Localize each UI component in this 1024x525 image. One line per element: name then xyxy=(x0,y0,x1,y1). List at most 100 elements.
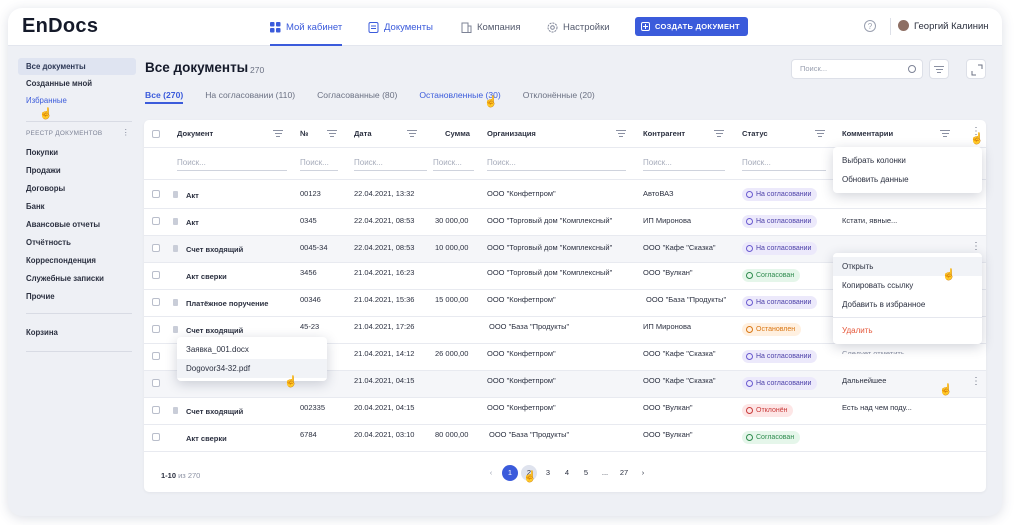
tab-all[interactable]: Все (270) xyxy=(145,90,184,104)
tab-rejected[interactable]: Отклонённые (20) xyxy=(523,90,595,104)
row-checkbox[interactable] xyxy=(152,433,160,441)
filter-input-sum[interactable]: Поиск... xyxy=(433,158,474,171)
cell-document[interactable]: Счет входящий xyxy=(186,407,243,416)
table-row[interactable]: Счет входящий 002335 20.04.2021, 04:15 О… xyxy=(144,398,986,425)
nav-company[interactable]: Компания xyxy=(461,8,520,46)
filter-input-document[interactable]: Поиск... xyxy=(177,158,287,171)
cell-document[interactable]: Акт xyxy=(186,191,199,200)
next-page-button[interactable]: › xyxy=(635,465,651,481)
row-kebab-icon[interactable]: ⋮ xyxy=(971,377,981,387)
page-button[interactable]: 5 xyxy=(578,465,594,481)
nav-my-cabinet[interactable]: Мой кабинет xyxy=(270,8,343,46)
file-icon[interactable] xyxy=(173,218,178,225)
table-row[interactable]: Акт сверки 6784 20.04.2021, 03:10 80 000… xyxy=(144,425,986,452)
filter-input-date[interactable]: Поиск... xyxy=(354,158,427,171)
cell-document[interactable]: Акт сверки xyxy=(186,434,227,443)
row-checkbox[interactable] xyxy=(152,379,160,387)
filter-icon[interactable] xyxy=(327,130,337,138)
page-button[interactable]: 4 xyxy=(559,465,575,481)
status-label: На согласовании xyxy=(756,353,812,360)
sidebar-item-correspondence[interactable]: Корреспонденция xyxy=(18,251,136,269)
filter-icon[interactable] xyxy=(616,130,626,138)
sidebar-item-bank[interactable]: Банк xyxy=(18,197,136,215)
sidebar-item-all-documents[interactable]: Все документы xyxy=(18,58,136,75)
sidebar-item-trash[interactable]: Корзина xyxy=(18,324,136,341)
row-kebab-icon[interactable]: ⋮ xyxy=(971,242,981,252)
filter-input-number[interactable]: Поиск... xyxy=(300,158,338,171)
row-checkbox[interactable] xyxy=(152,217,160,225)
select-all-checkbox[interactable] xyxy=(152,130,160,138)
sidebar-item-advance-reports[interactable]: Авансовые отчеты xyxy=(18,215,136,233)
nav-settings[interactable]: Настройки xyxy=(547,8,610,46)
column-header-comments[interactable]: Комментарии xyxy=(842,120,893,147)
filter-input-contractor[interactable]: Поиск... xyxy=(643,158,725,171)
prev-page-button[interactable]: ‹ xyxy=(483,465,499,481)
file-icon[interactable] xyxy=(173,299,178,306)
attachment-item[interactable]: Dogovor34-32.pdf xyxy=(177,359,327,378)
row-checkbox[interactable] xyxy=(152,190,160,198)
file-icon[interactable] xyxy=(173,407,178,414)
cell-contractor: ООО "Вулкан" xyxy=(643,430,693,439)
sidebar-item-sales[interactable]: Продажи xyxy=(18,161,136,179)
cell-document[interactable]: Акт xyxy=(186,218,199,227)
row-checkbox[interactable] xyxy=(152,406,160,414)
cell-document[interactable]: Счет входящий xyxy=(186,245,243,254)
create-document-button[interactable]: СОЗДАТЬ ДОКУМЕНТ xyxy=(635,17,748,36)
app-window: EnDocs Мой кабинет Документы Компания На… xyxy=(8,8,1002,516)
user-name[interactable]: Георгий Калинин xyxy=(914,21,989,32)
cell-document[interactable]: Акт сверки xyxy=(186,272,227,281)
file-icon[interactable] xyxy=(173,191,178,198)
sidebar-item-favorites[interactable]: Избранные xyxy=(18,92,136,109)
filter-icon[interactable] xyxy=(815,130,825,138)
filter-button[interactable] xyxy=(929,59,949,79)
menu-item-copy-link[interactable]: Копировать ссылку xyxy=(833,276,982,295)
filter-icon[interactable] xyxy=(273,130,283,138)
sidebar-item-purchases[interactable]: Покупки xyxy=(18,143,136,161)
sidebar-item-other[interactable]: Прочие xyxy=(18,287,136,305)
row-checkbox[interactable] xyxy=(152,298,160,306)
kebab-icon[interactable]: ⋮ xyxy=(122,129,130,137)
menu-item-delete[interactable]: Удалить xyxy=(833,321,982,340)
filter-icon[interactable] xyxy=(940,130,950,138)
attachment-item[interactable]: Заявка_001.docx xyxy=(177,340,327,359)
row-checkbox[interactable] xyxy=(152,271,160,279)
row-checkbox[interactable] xyxy=(152,325,160,333)
page-button[interactable]: 27 xyxy=(616,465,632,481)
sidebar-item-memos[interactable]: Служебные записки xyxy=(18,269,136,287)
filter-icon[interactable] xyxy=(714,130,724,138)
cell-document[interactable]: Платёжное поручение xyxy=(186,299,268,308)
expand-button[interactable] xyxy=(966,59,986,79)
filter-input-status[interactable]: Поиск... xyxy=(742,158,826,171)
column-header-sum[interactable]: Сумма xyxy=(445,120,470,147)
page-button[interactable]: 3 xyxy=(540,465,556,481)
column-header-number[interactable]: № xyxy=(300,120,308,147)
menu-item-open[interactable]: Открыть xyxy=(833,257,982,276)
cell-document[interactable]: Счет входящий xyxy=(186,326,243,335)
menu-item-select-columns[interactable]: Выбрать колонки xyxy=(833,151,982,170)
sidebar-item-reporting[interactable]: Отчётность xyxy=(18,233,136,251)
avatar[interactable] xyxy=(898,20,909,31)
tab-on-approval[interactable]: На согласовании (110) xyxy=(205,90,295,104)
nav-documents[interactable]: Документы xyxy=(368,8,433,46)
row-checkbox[interactable] xyxy=(152,352,160,360)
sidebar-item-created-by-me[interactable]: Созданные мной xyxy=(18,75,136,92)
column-header-contractor[interactable]: Контрагент xyxy=(643,120,685,147)
tab-approved[interactable]: Согласованные (80) xyxy=(317,90,397,104)
help-icon[interactable]: ? xyxy=(864,20,876,32)
file-icon[interactable] xyxy=(173,245,178,252)
search-input[interactable]: Поиск... xyxy=(791,59,923,79)
file-icon[interactable] xyxy=(173,326,178,333)
filter-input-organization[interactable]: Поиск... xyxy=(487,158,626,171)
row-checkbox[interactable] xyxy=(152,244,160,252)
page-button[interactable]: 1 xyxy=(502,464,518,481)
sidebar-item-contracts[interactable]: Договоры xyxy=(18,179,136,197)
column-header-date[interactable]: Дата xyxy=(354,120,372,147)
column-header-organization[interactable]: Организация xyxy=(487,120,536,147)
column-header-status[interactable]: Статус xyxy=(742,120,768,147)
menu-item-add-favorite[interactable]: Добавить в избранное xyxy=(833,295,982,314)
menu-item-refresh-data[interactable]: Обновить данные xyxy=(833,170,982,189)
table-row[interactable]: Акт 0345 22.04.2021, 08:53 30 000,00 ООО… xyxy=(144,209,986,236)
hand-cursor-icon: ☝ xyxy=(942,269,956,281)
column-header-document[interactable]: Документ xyxy=(177,120,213,147)
filter-icon[interactable] xyxy=(407,130,417,138)
